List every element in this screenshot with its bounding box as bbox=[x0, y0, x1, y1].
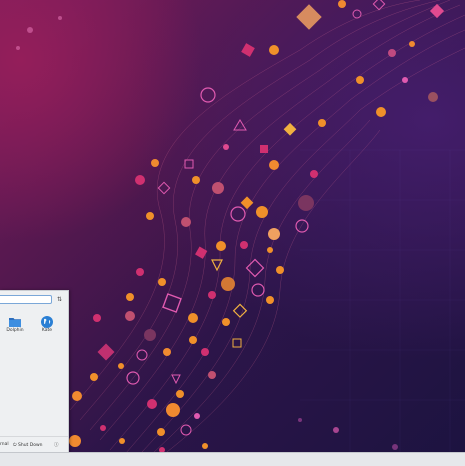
configure-button[interactable]: ⇅ bbox=[55, 295, 64, 304]
shutdown-button[interactable]: ⏻ Shut Down bbox=[13, 442, 43, 448]
shutdown-label: Shut Down bbox=[18, 443, 43, 448]
search-input[interactable] bbox=[0, 295, 52, 304]
wallpaper-art bbox=[16, 0, 465, 465]
favorite-kate[interactable]: Kate bbox=[35, 313, 59, 333]
application-launcher: ⇅ Dolphin Kate rnal ⏻ Shut Down ⓘ bbox=[0, 290, 69, 453]
launcher-footer: rnal ⏻ Shut Down ⓘ bbox=[0, 436, 68, 453]
folder-icon bbox=[9, 313, 21, 327]
settings-icon: ⇅ bbox=[56, 296, 63, 303]
favorite-dolphin[interactable]: Dolphin bbox=[3, 313, 27, 333]
desktop-wallpaper bbox=[0, 0, 465, 465]
taskbar-panel bbox=[0, 452, 465, 466]
info-icon[interactable]: ⓘ bbox=[54, 442, 59, 448]
footer-partial-label[interactable]: rnal bbox=[0, 442, 9, 447]
power-icon: ⏻ bbox=[13, 443, 17, 448]
globe-icon bbox=[41, 313, 53, 328]
favorite-label: Kate bbox=[41, 328, 53, 333]
favorite-label: Dolphin bbox=[6, 328, 24, 333]
